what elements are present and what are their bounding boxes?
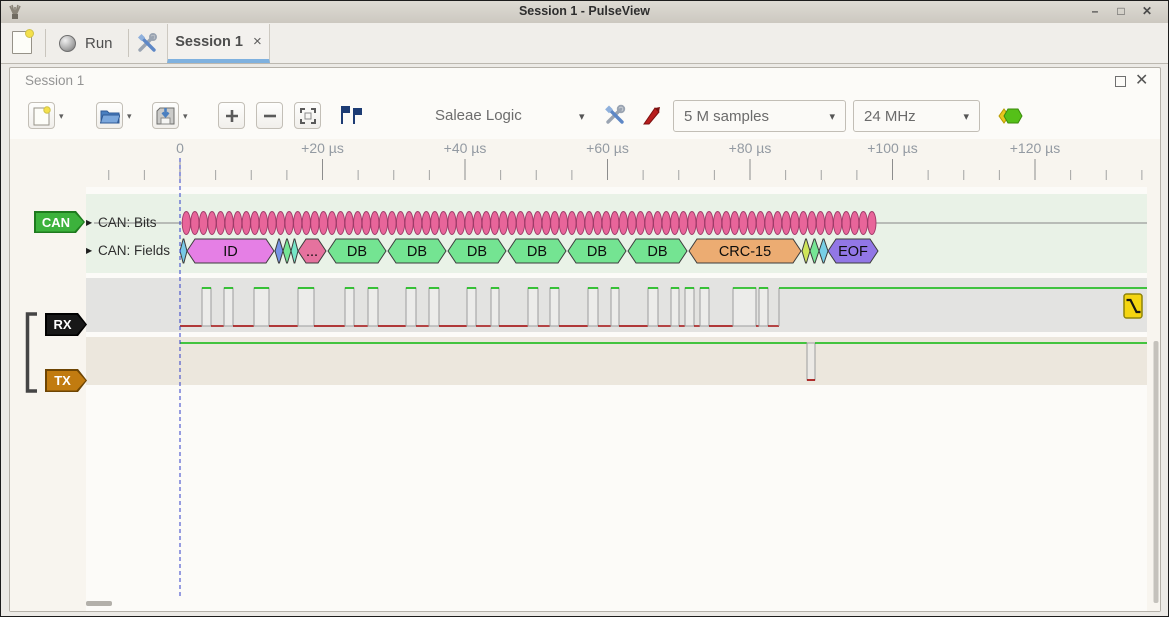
save-dropdown-icon[interactable]: ▾ xyxy=(183,111,188,122)
titlebar: Session 1 - PulseView – □ ✕ xyxy=(1,1,1168,24)
session-panel xyxy=(9,67,1161,612)
open-dropdown-icon[interactable]: ▾ xyxy=(127,111,132,122)
settings-tools-icon[interactable] xyxy=(136,32,158,54)
toolbar-separator xyxy=(128,29,129,57)
panel-close-icon[interactable]: ✕ xyxy=(1135,70,1148,90)
sample-rate-value: 24 MHz xyxy=(864,108,916,125)
zoom-out-button[interactable] xyxy=(256,102,283,129)
minimize-button[interactable]: – xyxy=(1084,2,1106,21)
tab-close-icon[interactable]: × xyxy=(253,33,262,50)
new-view-button[interactable] xyxy=(28,102,55,129)
zoom-fit-button[interactable] xyxy=(294,102,321,129)
new-view-dropdown-icon[interactable]: ▾ xyxy=(59,111,64,122)
run-label: Run xyxy=(85,35,113,52)
zoom-in-button[interactable] xyxy=(218,102,245,129)
panel-title: Session 1 xyxy=(25,73,84,88)
tab-session-1[interactable]: Session 1 × xyxy=(167,24,270,63)
show-cursors-flags-icon[interactable] xyxy=(338,104,364,126)
sample-count-combo[interactable]: 5 M samples ▾ xyxy=(673,100,846,132)
configure-device-icon[interactable] xyxy=(603,103,627,127)
new-session-file-icon[interactable] xyxy=(12,31,32,54)
channels-probe-icon[interactable] xyxy=(641,104,663,126)
window-title: Session 1 - PulseView xyxy=(1,4,1168,18)
run-button[interactable]: Run xyxy=(59,29,113,57)
add-decoder-icon[interactable] xyxy=(997,107,1025,125)
sample-count-dropdown-icon: ▾ xyxy=(829,110,835,123)
pulseview-window: Session 1 - PulseView – □ ✕ Run Session … xyxy=(0,0,1169,617)
close-button[interactable]: ✕ xyxy=(1136,2,1158,21)
open-button[interactable] xyxy=(96,102,123,129)
panel-undock-icon[interactable] xyxy=(1115,76,1126,87)
sample-count-value: 5 M samples xyxy=(684,108,769,125)
device-select[interactable]: Saleae Logic xyxy=(435,107,522,124)
run-state-icon xyxy=(59,35,76,52)
sample-rate-combo[interactable]: 24 MHz ▾ xyxy=(853,100,980,132)
save-button[interactable] xyxy=(152,102,179,129)
maximize-button[interactable]: □ xyxy=(1110,2,1132,21)
sample-rate-dropdown-icon: ▾ xyxy=(963,110,969,123)
toolbar-separator xyxy=(45,29,46,57)
tab-label: Session 1 xyxy=(175,34,243,50)
device-dropdown-icon[interactable]: ▾ xyxy=(579,110,585,123)
